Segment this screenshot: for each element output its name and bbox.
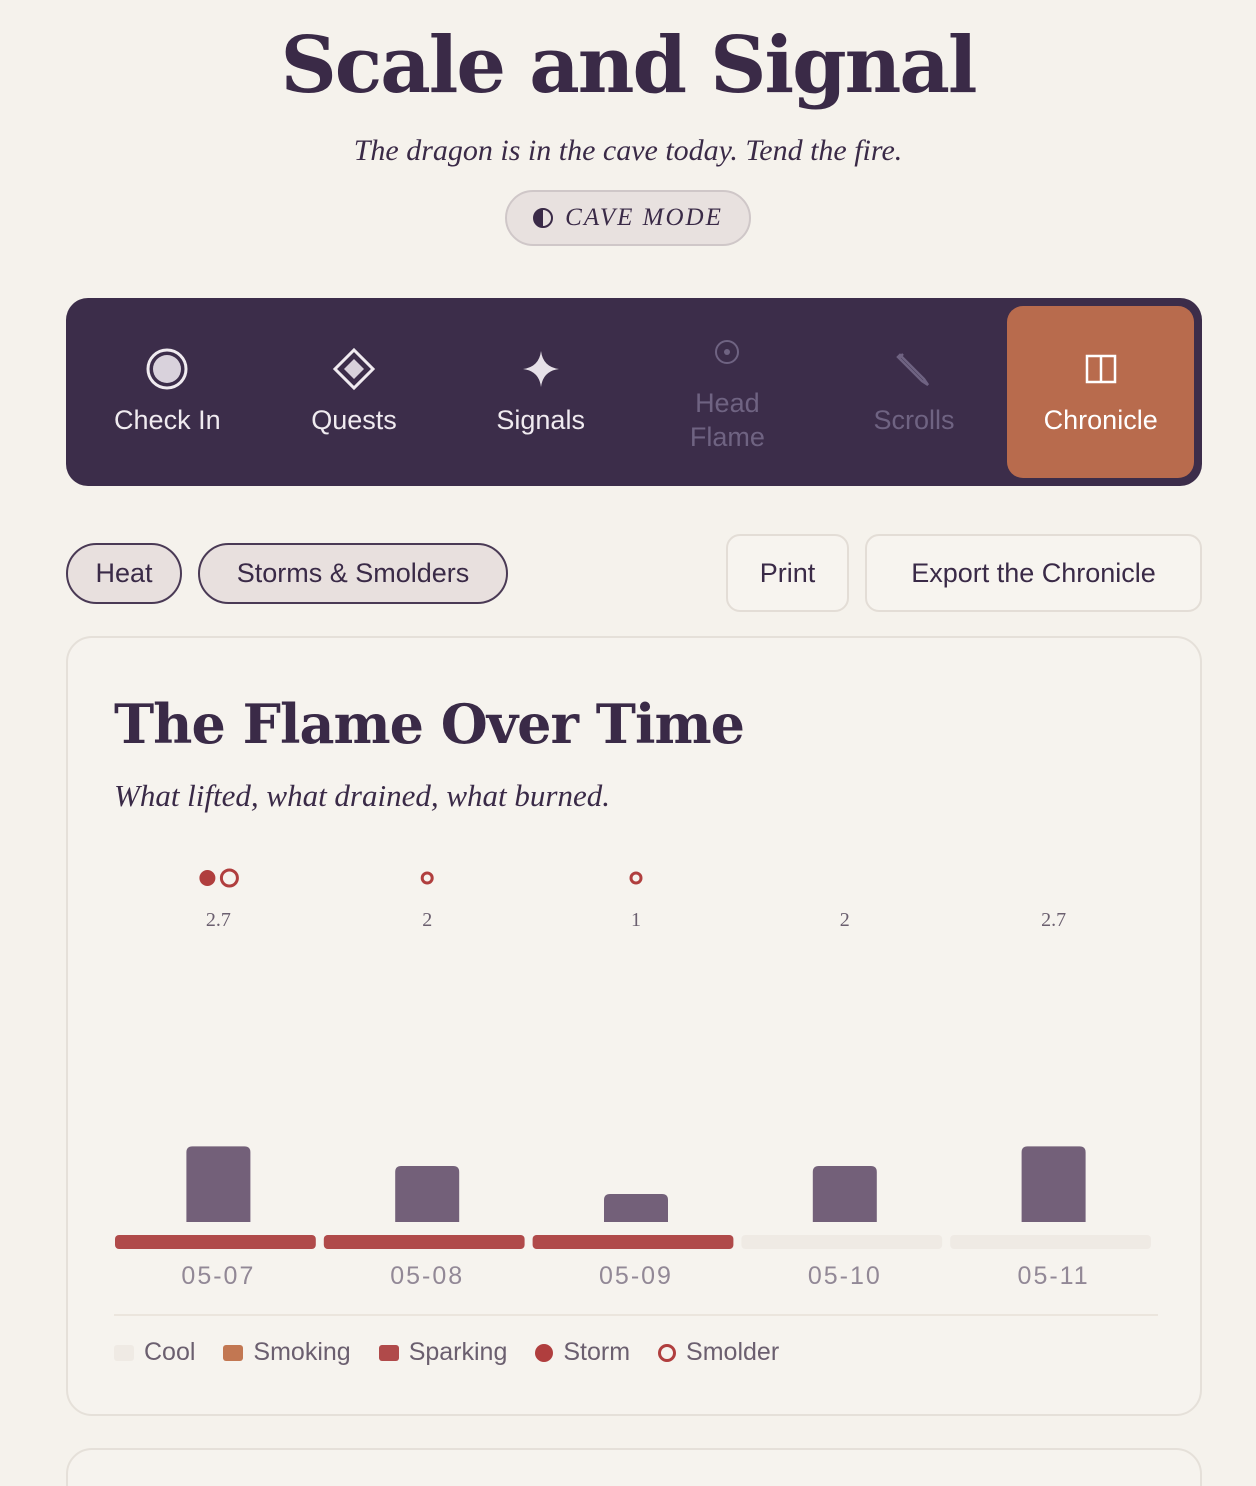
legend-swatch: [114, 1344, 134, 1361]
half-moon-icon: [533, 208, 554, 228]
smolder-marker: [420, 871, 434, 885]
smolder-marker: [219, 868, 239, 888]
app-header: Scale and Signal The dragon is in the ca…: [0, 0, 1256, 246]
app-tagline: The dragon is in the cave today. Tend th…: [353, 134, 903, 167]
nav-label: Scrolls: [873, 405, 955, 435]
filter-heat-button[interactable]: Heat: [66, 543, 182, 604]
storm-marker: [199, 870, 216, 886]
heat-strip: [115, 1235, 316, 1249]
smolder-marker: [629, 871, 643, 885]
nav-item-quests[interactable]: Quests: [261, 306, 448, 478]
heat-bar: [604, 1194, 668, 1222]
legend-dot: [658, 1343, 677, 1362]
nav-item-check-in[interactable]: Check In: [74, 306, 261, 478]
legend-swatch: [223, 1344, 244, 1361]
legend-label: Cool: [144, 1338, 196, 1366]
heat-strip: [323, 1235, 525, 1249]
nav-item-signals[interactable]: Signals: [447, 306, 634, 478]
nav-label: Chronicle: [1043, 405, 1158, 435]
legend-item-sparking: Sparking: [378, 1338, 508, 1367]
value-label: 2: [840, 909, 850, 931]
pencil-icon: [894, 347, 934, 391]
next-card: [66, 1448, 1202, 1486]
flame-chart: 2.7 05-07 2 05-08 1 05-09 2 05-10 2.7 05-11: [115, 868, 1151, 1290]
cave-mode-label: CAVE MODE: [565, 204, 723, 231]
date-label: 05-11: [1018, 1262, 1090, 1290]
main-nav: Check In Quests Signals Head Flame Scrol…: [66, 298, 1202, 486]
date-label: 05-07: [181, 1262, 255, 1290]
heat-bar: [812, 1166, 877, 1222]
date-label: 05-10: [808, 1262, 882, 1290]
value-label: 2.7: [206, 909, 231, 931]
flame-chart-card: The Flame Over Time What lifted, what dr…: [66, 636, 1202, 1416]
legend-item-smoking: Smoking: [223, 1338, 351, 1367]
heat-bar: [395, 1166, 460, 1222]
sparkle-icon: [519, 347, 563, 391]
chart-divider: [114, 1314, 1158, 1316]
heat-strip: [950, 1235, 1151, 1249]
diamond-icon: [332, 347, 376, 391]
value-label: 1: [631, 909, 641, 931]
legend-item-cool: Cool: [114, 1338, 195, 1367]
heat-bar: [1021, 1146, 1086, 1222]
value-label: 2.7: [1041, 909, 1066, 931]
circle-target-icon: [145, 347, 189, 391]
nav-label: Head Flame: [689, 388, 765, 452]
value-label: 2: [422, 909, 432, 931]
nav-item-scrolls[interactable]: Scrolls: [821, 306, 1008, 478]
chart-legend: Cool Smoking Sparking Storm Smolder: [114, 1338, 779, 1367]
legend-dot: [535, 1343, 554, 1362]
nav-label: Check In: [114, 405, 221, 435]
heat-strip: [741, 1235, 943, 1249]
legend-label: Smoking: [253, 1338, 351, 1366]
export-chronicle-button[interactable]: Export the Chronicle: [865, 534, 1202, 612]
nav-label: Quests: [311, 405, 397, 435]
legend-label: Smolder: [686, 1338, 780, 1366]
legend-label: Storm: [563, 1338, 631, 1366]
dot-circle-icon: [712, 330, 742, 374]
card-subtitle: What lifted, what drained, what burned.: [114, 778, 610, 813]
app-title: Scale and Signal: [280, 20, 977, 111]
filter-storms-button[interactable]: Storms & Smolders: [198, 543, 508, 604]
nav-item-head-flame[interactable]: Head Flame: [634, 306, 821, 478]
nav-label: Signals: [496, 405, 585, 435]
heat-bar: [186, 1146, 251, 1222]
print-button[interactable]: Print: [726, 534, 849, 612]
legend-item-storm: Storm: [535, 1338, 630, 1367]
legend-swatch: [378, 1344, 399, 1361]
date-label: 05-08: [390, 1262, 464, 1290]
heat-strip: [532, 1235, 734, 1249]
cave-mode-button[interactable]: CAVE MODE: [505, 190, 751, 246]
book-icon: [1084, 347, 1118, 391]
legend-item-smolder: Smolder: [658, 1338, 779, 1367]
nav-item-chronicle[interactable]: Chronicle: [1007, 306, 1195, 478]
card-title: The Flame Over Time: [114, 692, 745, 756]
date-label: 05-09: [599, 1262, 673, 1290]
legend-label: Sparking: [408, 1338, 508, 1366]
